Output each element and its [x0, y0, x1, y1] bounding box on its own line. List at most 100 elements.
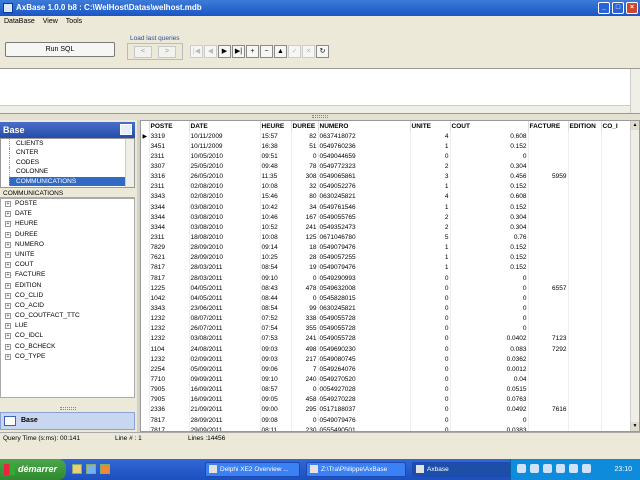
- table-cell[interactable]: [568, 425, 602, 431]
- table-cell[interactable]: 03/08/2010: [189, 222, 261, 233]
- table-cell[interactable]: 09:00: [260, 404, 292, 415]
- table-cell[interactable]: [528, 242, 569, 253]
- table-cell[interactable]: [528, 394, 569, 405]
- table-cell[interactable]: 7710: [149, 374, 190, 385]
- table-cell[interactable]: [568, 374, 602, 385]
- table-cell[interactable]: 03/08/2011: [189, 333, 261, 344]
- field-item[interactable]: + HEURE: [1, 219, 134, 229]
- table-cell[interactable]: 0: [450, 151, 529, 162]
- insert-record-button[interactable]: +: [246, 45, 259, 58]
- table-cell[interactable]: 09:03: [260, 343, 292, 355]
- table-row[interactable]: 7829 28/09/2010 09:14 18 0549079476 1 0.152: [141, 242, 632, 253]
- table-cell[interactable]: [601, 394, 632, 405]
- table-row[interactable]: 3344 03/08/2010 10:52 241 0549352473 2 0.304: [141, 222, 632, 233]
- field-item[interactable]: + POSTE: [1, 199, 134, 209]
- table-cell[interactable]: 1: [410, 141, 451, 152]
- table-cell[interactable]: [528, 222, 569, 233]
- table-cell[interactable]: 0: [410, 394, 451, 405]
- prev-query-button[interactable]: <: [134, 46, 152, 58]
- table-cell[interactable]: 16/09/2011: [189, 394, 261, 405]
- table-cell[interactable]: 0549352473: [318, 222, 411, 233]
- column-header[interactable]: FACTURE: [528, 121, 569, 131]
- table-cell[interactable]: 0.456: [450, 171, 529, 182]
- table-cell[interactable]: 21/09/2011: [189, 404, 261, 415]
- table-cell[interactable]: 0.152: [450, 201, 529, 213]
- table-item[interactable]: CODES: [9, 157, 134, 168]
- table-item-selected[interactable]: COMMUNICATIONS: [9, 176, 134, 186]
- sql-editor[interactable]: [0, 68, 640, 114]
- table-cell[interactable]: 0.608: [450, 191, 529, 202]
- table-cell[interactable]: 0549264076: [318, 364, 411, 375]
- tray-icon[interactable]: [530, 464, 539, 473]
- table-cell[interactable]: [528, 232, 569, 243]
- sql-editor-vscrollbar[interactable]: [630, 69, 640, 113]
- table-cell[interactable]: 28/03/2011: [189, 272, 261, 284]
- table-cell[interactable]: 82: [291, 131, 319, 142]
- table-row[interactable]: 3344 03/08/2010 10:46 167 0549055765 2 0.304: [141, 212, 632, 223]
- table-cell[interactable]: 0.0362: [450, 354, 529, 365]
- base-button[interactable]: Base: [0, 412, 135, 430]
- table-cell[interactable]: 0.304: [450, 161, 529, 172]
- table-cell[interactable]: 1: [410, 181, 451, 192]
- table-cell[interactable]: [601, 384, 632, 395]
- table-cell[interactable]: 7123: [528, 333, 569, 344]
- table-cell[interactable]: 0549044659: [318, 151, 411, 162]
- table-row[interactable]: 2254 05/09/2011 09:06 7 0549264076 0 0.0012: [141, 364, 632, 375]
- table-cell[interactable]: [568, 161, 602, 172]
- table-cell[interactable]: 6557: [528, 283, 569, 294]
- table-cell[interactable]: 04/05/2011: [189, 293, 261, 304]
- table-cell[interactable]: 0: [410, 425, 451, 431]
- menu-tools[interactable]: Tools: [66, 16, 82, 28]
- table-cell[interactable]: 18: [291, 242, 319, 253]
- expand-icon[interactable]: +: [5, 262, 11, 269]
- table-cell[interactable]: 4: [410, 191, 451, 202]
- table-cell[interactable]: 0.152: [450, 181, 529, 192]
- table-cell[interactable]: 0: [291, 151, 319, 162]
- table-cell[interactable]: 08:11: [260, 425, 292, 431]
- table-cell[interactable]: [601, 171, 632, 182]
- table-cell[interactable]: 7905: [149, 384, 190, 395]
- taskbar-item-active[interactable]: Axbase: [412, 462, 510, 477]
- grid-icon[interactable]: [120, 124, 132, 135]
- table-cell[interactable]: 09:10: [260, 374, 292, 385]
- table-cell[interactable]: 240: [291, 374, 319, 385]
- table-cell[interactable]: [528, 141, 569, 152]
- table-cell[interactable]: [568, 252, 602, 263]
- expand-icon[interactable]: +: [5, 353, 11, 360]
- table-cell[interactable]: [601, 161, 632, 172]
- table-cell[interactable]: 07:53: [260, 333, 292, 344]
- table-row[interactable]: 3316 26/05/2010 11:35 308 0549065861 3 0.456 59…: [141, 171, 632, 182]
- table-cell[interactable]: 7817: [149, 414, 190, 426]
- field-item[interactable]: + DATE: [1, 209, 134, 219]
- table-cell[interactable]: 241: [291, 333, 319, 344]
- field-item[interactable]: + UNITE: [1, 250, 134, 260]
- expand-icon[interactable]: +: [5, 292, 11, 299]
- table-row[interactable]: 1042 04/05/2011 08:44 0 0545828015 0 0: [141, 293, 632, 304]
- table-cell[interactable]: 16:38: [260, 141, 292, 152]
- table-cell[interactable]: 0054927028: [318, 384, 411, 395]
- table-cell[interactable]: [601, 283, 632, 294]
- menu-database[interactable]: DataBase: [4, 16, 35, 28]
- table-row[interactable]: 2336 21/09/2011 09:00 295 0517188037 0 0.0492 7…: [141, 404, 632, 415]
- expand-icon[interactable]: +: [5, 231, 11, 238]
- table-cell[interactable]: 07:54: [260, 323, 292, 334]
- close-button[interactable]: ×: [626, 2, 638, 14]
- table-cell[interactable]: 3343: [149, 303, 190, 314]
- table-cell[interactable]: 0549065861: [318, 171, 411, 182]
- table-cell[interactable]: 26/05/2010: [189, 171, 261, 182]
- table-cell[interactable]: 0: [410, 404, 451, 415]
- table-row[interactable]: 1232 08/07/2011 07:52 338 0549055728 0 0: [141, 313, 632, 324]
- table-cell[interactable]: 08:54: [260, 303, 292, 314]
- tray-icon[interactable]: [569, 464, 578, 473]
- field-item[interactable]: + CO_CLID: [1, 291, 134, 301]
- table-cell[interactable]: 09/09/2011: [189, 374, 261, 385]
- table-cell[interactable]: 0549055728: [318, 323, 411, 334]
- table-cell[interactable]: [601, 191, 632, 202]
- table-cell[interactable]: 0: [410, 384, 451, 395]
- table-cell[interactable]: 18/08/2010: [189, 232, 261, 243]
- table-cell[interactable]: [568, 141, 602, 152]
- table-cell[interactable]: 0: [291, 414, 319, 426]
- column-header[interactable]: DUREE: [291, 121, 319, 131]
- expand-icon[interactable]: +: [5, 201, 11, 207]
- table-cell[interactable]: 0: [291, 293, 319, 304]
